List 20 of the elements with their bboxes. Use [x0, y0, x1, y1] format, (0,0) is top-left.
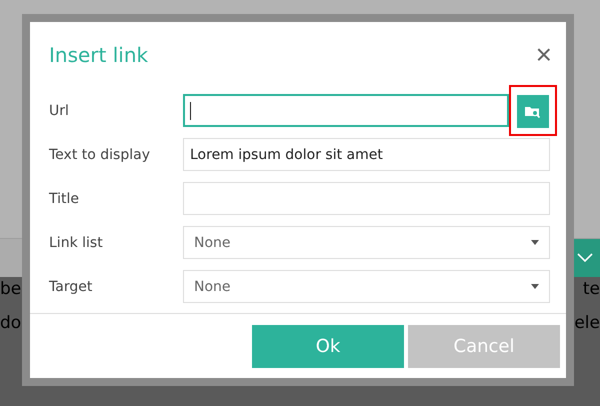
input-field[interactable]: [183, 94, 509, 127]
field-label: Target: [49, 278, 94, 294]
background-text: do: [0, 313, 22, 333]
background-text: ele: [574, 313, 600, 333]
background-text: be: [0, 279, 22, 299]
field-label: Text to display: [49, 146, 151, 162]
dropdown-arrow-icon: [531, 240, 539, 245]
browse-button[interactable]: [517, 95, 549, 128]
select-dropdown[interactable]: None: [183, 270, 550, 303]
dropdown-arrow-icon: [531, 284, 539, 289]
folder-search-icon: [525, 104, 541, 118]
select-dropdown[interactable]: None: [183, 226, 550, 259]
input-field[interactable]: Lorem ipsum dolor sit amet: [183, 138, 550, 171]
background-text: te: [582, 279, 600, 299]
field-label: Title: [49, 190, 80, 206]
chevron-down-icon: [577, 253, 593, 263]
dialog-title: Insert link: [49, 43, 148, 67]
field-label: Url: [49, 102, 70, 118]
field-label: Link list: [49, 234, 104, 250]
close-button[interactable]: ×: [536, 41, 552, 69]
